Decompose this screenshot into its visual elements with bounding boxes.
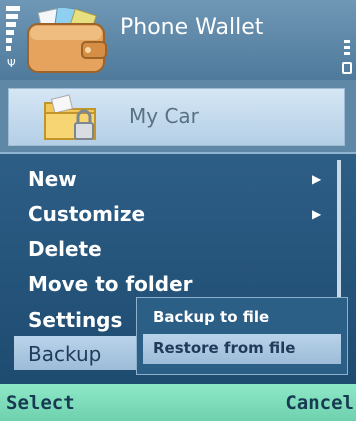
list-item[interactable]: My Car (8, 88, 345, 146)
status-header: Ψ Phone Wallet (0, 0, 356, 80)
menu-item-settings[interactable]: Settings (28, 304, 122, 336)
menu-item-move-to-folder[interactable]: Move to folder (28, 268, 193, 300)
menu-item-delete[interactable]: Delete (28, 233, 102, 265)
submenu-arrow-icon: ▶ (312, 172, 322, 186)
backup-submenu: Backup to file Restore from file (136, 297, 348, 375)
softkey-bar: Select Cancel (0, 384, 356, 421)
submenu-item-restore-from-file[interactable]: Restore from file (153, 339, 295, 357)
menu-item-backup[interactable]: Backup (28, 338, 101, 370)
select-softkey[interactable]: Select (6, 392, 75, 414)
menu-scrollbar[interactable] (337, 160, 341, 310)
wallet-icon (27, 8, 107, 73)
app-title: Phone Wallet (120, 15, 264, 40)
submenu-arrow-icon: ▶ (312, 207, 322, 221)
menu-item-customize[interactable]: Customize (28, 198, 145, 230)
battery-icon (342, 40, 352, 74)
submenu-item-backup-to-file[interactable]: Backup to file (153, 308, 269, 326)
signal-strength-icon: Ψ (6, 6, 20, 69)
menu-item-new[interactable]: New (28, 163, 77, 195)
cancel-softkey[interactable]: Cancel (285, 392, 354, 414)
locked-folder-icon (44, 94, 96, 140)
list-item-label: My Car (129, 104, 199, 128)
